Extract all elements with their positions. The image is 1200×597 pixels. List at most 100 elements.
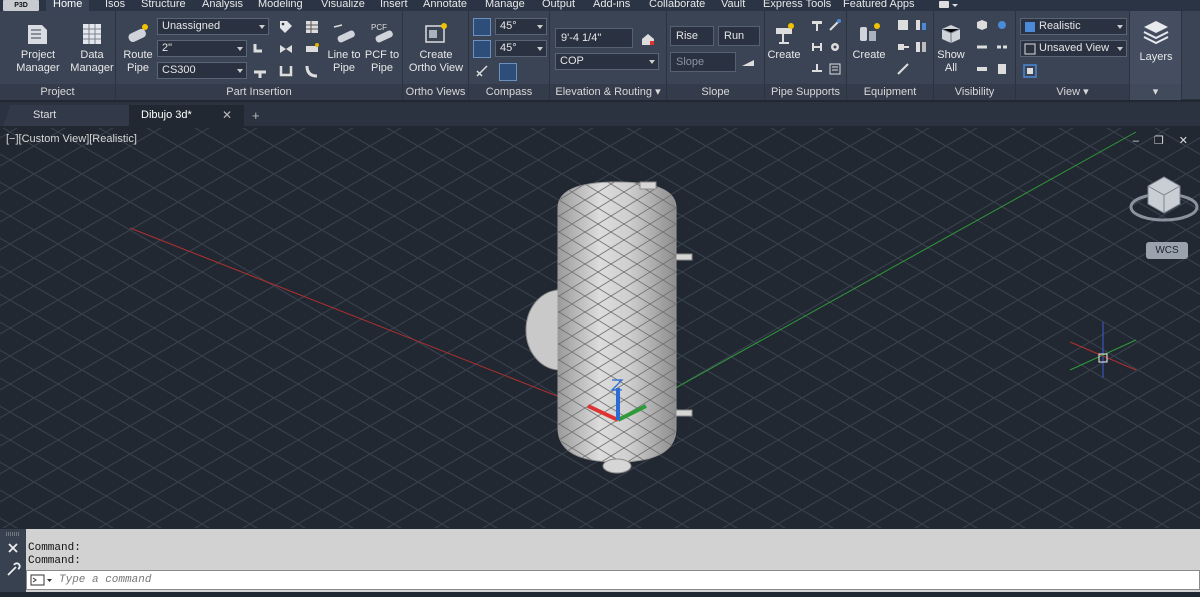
compass-toggle-icon[interactable]: [473, 18, 491, 36]
viewport-window-controls[interactable]: ‒ ❐ ✕: [1133, 134, 1194, 147]
support-convert-icon[interactable]: [809, 39, 825, 55]
layers-button[interactable]: Layers: [1132, 17, 1180, 64]
tab-insert[interactable]: Insert: [380, 0, 408, 11]
viewport-controls-label[interactable]: [−][Custom View][Realistic]: [6, 133, 137, 145]
tab-annotate[interactable]: Annotate: [423, 0, 467, 11]
command-window-handle[interactable]: [0, 529, 26, 592]
line-to-pipe-button[interactable]: Line to Pipe: [324, 21, 364, 75]
support-list-icon[interactable]: [827, 61, 843, 77]
isolate-line-icon[interactable]: [974, 39, 990, 55]
tab-featured-apps[interactable]: Featured Apps: [843, 0, 915, 11]
create-support-label: Create: [767, 49, 801, 61]
elevation-pick-icon[interactable]: [640, 31, 656, 47]
compass-rotate-icon[interactable]: [474, 63, 490, 79]
elevation-field[interactable]: 9'-4 1/4": [555, 28, 633, 48]
create-pipe-support-button[interactable]: Create: [765, 21, 803, 62]
drawing-viewport[interactable]: [−][Custom View][Realistic] ‒ ❐ ✕ WCS: [0, 128, 1200, 528]
spec-select[interactable]: CS300: [157, 62, 247, 79]
equipment-template-icon[interactable]: [913, 17, 929, 33]
compass-angle-2-value: 45°: [500, 42, 517, 54]
pcf-to-pipe-icon: PCF: [371, 23, 393, 43]
tag-icon[interactable]: [278, 19, 294, 35]
support-modify-icon[interactable]: [827, 17, 843, 33]
create-equipment-label: Create: [852, 49, 886, 61]
slope-toggle-icon[interactable]: [740, 54, 756, 70]
pipe-bend-icon[interactable]: [304, 63, 320, 79]
tab-isos[interactable]: Isos: [105, 0, 125, 11]
isolate-icon[interactable]: [994, 17, 1010, 33]
panel-compass: 45° 45° Compass: [469, 11, 550, 100]
route-pipe-button[interactable]: Route Pipe: [120, 21, 156, 75]
wcs-menu[interactable]: WCS: [1146, 242, 1188, 259]
doc-tab-start[interactable]: Start: [3, 105, 129, 126]
compass-angle-1-select[interactable]: 45°: [495, 18, 547, 35]
tab-modeling[interactable]: Modeling: [258, 0, 303, 11]
insert-fitting-icon[interactable]: [304, 41, 320, 57]
tab-structure[interactable]: Structure: [141, 0, 186, 11]
visibility-equipment-icon[interactable]: [994, 61, 1010, 77]
close-icon[interactable]: ✕: [222, 105, 232, 126]
tab-express-tools[interactable]: Express Tools: [763, 0, 831, 11]
equipment-attach-icon[interactable]: [895, 61, 911, 77]
pcf-to-pipe-button[interactable]: PCF PCF to Pipe: [363, 21, 401, 75]
tab-add-ins[interactable]: Add-ins: [593, 0, 630, 11]
table-icon[interactable]: [304, 19, 320, 35]
elbow-icon[interactable]: [252, 41, 268, 57]
chevron-down-icon[interactable]: ▾: [1083, 86, 1089, 98]
panel-part-insertion: Route Pipe Unassigned 2" CS300 Line to P…: [116, 11, 403, 100]
support-settings-icon[interactable]: [827, 39, 843, 55]
support-icon[interactable]: [278, 63, 294, 79]
visual-style-select[interactable]: Realistic: [1020, 18, 1127, 35]
command-prompt-icon[interactable]: [30, 574, 54, 587]
valve-icon[interactable]: [278, 41, 294, 57]
data-manager-button[interactable]: Data Manager: [68, 21, 116, 75]
viewport-config-icon[interactable]: [1022, 63, 1038, 79]
visual-style-value: Realistic: [1039, 20, 1081, 32]
model-canvas[interactable]: [0, 128, 1200, 528]
visibility-pipe-icon[interactable]: [974, 61, 990, 77]
tab-visualize[interactable]: Visualize: [321, 0, 365, 11]
size-select[interactable]: 2": [157, 40, 247, 57]
chevron-down-icon: [649, 60, 655, 64]
create-ortho-view-button[interactable]: Create Ortho View: [407, 21, 465, 75]
new-tab-icon[interactable]: +: [252, 108, 260, 123]
close-icon: [8, 543, 18, 553]
tee-icon[interactable]: [252, 63, 268, 79]
equipment-nozzle-icon[interactable]: [895, 39, 911, 55]
ribbon-toggle-icon[interactable]: [938, 0, 960, 11]
show-all-button[interactable]: Show All: [934, 21, 968, 75]
hide-line-icon[interactable]: [994, 39, 1010, 55]
tab-collaborate[interactable]: Collaborate: [649, 0, 705, 11]
layers-expand[interactable]: ▾: [1130, 84, 1181, 100]
support-attach-icon[interactable]: [809, 61, 825, 77]
support-add-icon[interactable]: [809, 17, 825, 33]
equipment-convert-icon[interactable]: [913, 39, 929, 55]
equipment-edit-icon[interactable]: [895, 17, 911, 33]
chevron-down-icon[interactable]: ▾: [655, 86, 661, 98]
panel-layers: Layers ▾: [1130, 11, 1182, 100]
panel-title-slope: Slope: [667, 84, 764, 100]
compass-snap-icon[interactable]: [473, 40, 491, 58]
slope-field[interactable]: Slope: [670, 52, 736, 72]
doc-tab-active[interactable]: Dibujo 3d* ✕: [129, 105, 244, 126]
reference-select[interactable]: COP: [555, 53, 659, 70]
application-menu-button[interactable]: P3D: [3, 0, 39, 11]
service-select[interactable]: Unassigned: [157, 18, 269, 35]
tab-manage[interactable]: Manage: [485, 0, 525, 11]
tab-output[interactable]: Output: [542, 0, 575, 11]
hide-selected-icon[interactable]: [974, 17, 990, 33]
compass-angle-2-select[interactable]: 45°: [495, 40, 547, 57]
panel-slope: Rise Run Slope Slope: [667, 11, 765, 100]
project-manager-button[interactable]: Project Manager: [14, 21, 62, 75]
show-all-icon: [941, 25, 961, 43]
chevron-down-icon: [237, 69, 243, 73]
named-view-select[interactable]: Unsaved View: [1020, 40, 1127, 57]
tab-vault[interactable]: Vault: [721, 0, 745, 11]
tab-home[interactable]: Home: [46, 0, 90, 11]
tab-analysis[interactable]: Analysis: [202, 0, 243, 11]
run-field[interactable]: Run: [718, 26, 760, 46]
rise-field[interactable]: Rise: [670, 26, 714, 46]
compass-settings-icon[interactable]: [499, 63, 517, 81]
create-equipment-button[interactable]: Create: [849, 21, 889, 62]
command-input[interactable]: Type a command: [26, 570, 1200, 590]
